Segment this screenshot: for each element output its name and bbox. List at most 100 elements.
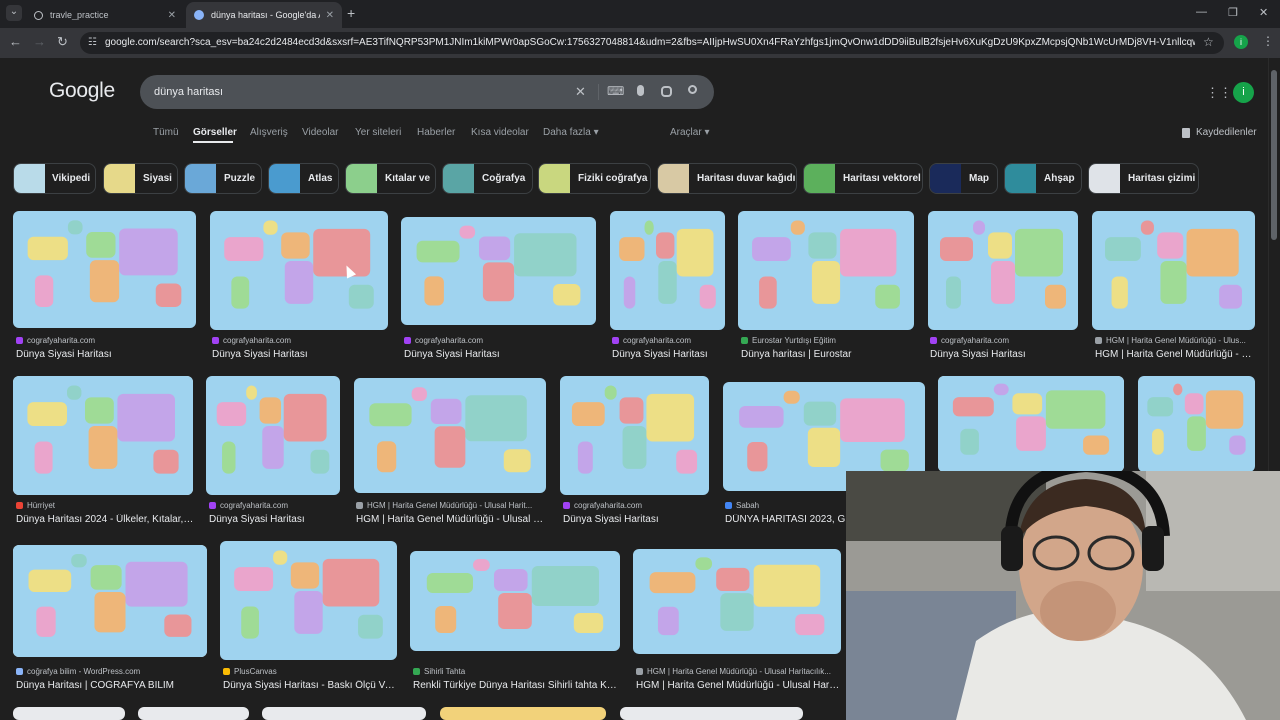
result-source[interactable]: HGM | Harita Genel Müdürlüğü - Ulus... bbox=[1095, 336, 1255, 345]
result-source[interactable]: Sabah bbox=[725, 501, 845, 510]
result-title[interactable]: Dünya Haritası | COĞRAFYA BİLİM bbox=[16, 680, 206, 691]
profile-button[interactable]: i bbox=[1234, 35, 1248, 49]
result-title[interactable]: Dünya Siyasi Haritası bbox=[209, 514, 341, 525]
chip-fiziki-cografya[interactable]: Fiziki coğrafya bbox=[538, 163, 651, 194]
tab-places[interactable]: Yer siteleri bbox=[355, 127, 401, 138]
browser-menu-icon[interactable]: ⋮ bbox=[1262, 34, 1274, 48]
result-image[interactable] bbox=[138, 707, 249, 720]
tab-short-videos[interactable]: Kısa videolar bbox=[471, 127, 529, 138]
microphone-icon[interactable] bbox=[637, 85, 644, 96]
result-image[interactable] bbox=[13, 376, 193, 495]
chip-vektorel[interactable]: Haritası vektorel bbox=[803, 163, 923, 194]
result-title[interactable]: DÜNYA HARİTASI 2023, Ge bbox=[725, 514, 845, 525]
chip-duvar-kagidi[interactable]: Haritası duvar kağıdı bbox=[657, 163, 797, 194]
result-source[interactable]: cografyaharita.com bbox=[563, 501, 711, 510]
site-info-icon[interactable]: ☷ bbox=[88, 37, 97, 48]
result-source[interactable]: Hürriyet bbox=[16, 501, 194, 510]
result-image[interactable] bbox=[633, 549, 841, 654]
search-input[interactable]: dünya haritası bbox=[154, 86, 223, 98]
camera-lens-icon[interactable] bbox=[661, 86, 672, 97]
result-image[interactable] bbox=[610, 211, 725, 330]
result-title[interactable]: HGM | Harita Genel Müdürlüğü - U... bbox=[1095, 349, 1255, 360]
reload-button[interactable]: ↻ bbox=[57, 34, 68, 50]
result-source[interactable]: coğrafya bilim - WordPress.com bbox=[16, 667, 206, 676]
chip-puzzle[interactable]: Puzzle bbox=[184, 163, 262, 194]
result-source[interactable]: cografyaharita.com bbox=[930, 336, 1080, 345]
tools-menu[interactable]: Araçlar ▾ bbox=[670, 127, 709, 138]
result-image[interactable] bbox=[262, 707, 426, 720]
result-title[interactable]: Dünya Siyasi Haritası - Baskı Ölçü Ve... bbox=[223, 680, 398, 691]
close-icon[interactable]: ✕ bbox=[326, 10, 334, 21]
back-button[interactable]: ← bbox=[9, 34, 22, 49]
result-image[interactable] bbox=[928, 211, 1078, 330]
result-source[interactable]: HGM | Harita Genel Müdürlüğü - Ulusal Ha… bbox=[636, 667, 841, 676]
result-source[interactable]: HGM | Harita Genel Müdürlüğü - Ulusal Ha… bbox=[356, 501, 546, 510]
result-source[interactable]: cografyaharita.com bbox=[209, 501, 341, 510]
result-title[interactable]: Dünya haritası | Eurostar bbox=[741, 349, 916, 360]
account-avatar[interactable]: i bbox=[1233, 82, 1254, 103]
result-image[interactable] bbox=[560, 376, 709, 495]
result-image[interactable] bbox=[738, 211, 914, 330]
result-title[interactable]: Dünya Siyasi Haritası bbox=[930, 349, 1080, 360]
result-source[interactable]: cografyaharita.com bbox=[404, 336, 594, 345]
result-source[interactable]: Eurostar Yurtdışı Eğitim bbox=[741, 336, 916, 345]
clear-icon[interactable]: ✕ bbox=[575, 84, 586, 100]
result-source[interactable]: cografyaharita.com bbox=[612, 336, 727, 345]
result-image[interactable] bbox=[354, 378, 546, 493]
result-image[interactable] bbox=[13, 545, 207, 657]
result-image[interactable] bbox=[210, 211, 388, 330]
bookmark-star-icon[interactable]: ☆ bbox=[1203, 35, 1214, 49]
tab-shopping[interactable]: Alışveriş bbox=[250, 127, 288, 138]
chip-kitalar[interactable]: Kıtalar ve bbox=[345, 163, 436, 194]
result-image[interactable] bbox=[220, 541, 397, 660]
result-image[interactable] bbox=[13, 707, 125, 720]
google-logo[interactable]: Google bbox=[49, 79, 115, 103]
new-tab-button[interactable]: + bbox=[347, 5, 355, 21]
tab-all[interactable]: Tümü bbox=[153, 127, 179, 138]
close-icon[interactable]: ✕ bbox=[168, 10, 176, 21]
chip-ahsap[interactable]: Ahşap bbox=[1004, 163, 1082, 194]
saved-link[interactable]: Kaydedilenler bbox=[1196, 127, 1257, 138]
chip-vikipedi[interactable]: Vikipedi bbox=[13, 163, 96, 194]
chip-atlas[interactable]: Atlas bbox=[268, 163, 339, 194]
browser-tab-google[interactable]: dünya haritası - Google'da Ara ✕ bbox=[186, 2, 342, 28]
chip-map[interactable]: Map bbox=[929, 163, 998, 194]
chip-siyasi[interactable]: Siyasi bbox=[103, 163, 178, 194]
browser-tab-travle[interactable]: travle_practice ✕ bbox=[26, 2, 184, 28]
tab-more[interactable]: Daha fazla ▾ bbox=[543, 127, 599, 138]
tab-list-button[interactable]: ⌄ bbox=[6, 5, 22, 21]
result-source[interactable]: PlusCanvas bbox=[223, 667, 398, 676]
minimize-button[interactable]: — bbox=[1196, 6, 1207, 18]
result-source[interactable]: Sihirli Tahta bbox=[413, 667, 618, 676]
forward-button[interactable]: → bbox=[33, 34, 46, 49]
result-title[interactable]: Dünya Siyasi Haritası bbox=[16, 349, 196, 360]
result-title[interactable]: HGM | Harita Genel Müdürlüğü - Ulusal Ha… bbox=[636, 680, 841, 691]
close-window-button[interactable]: ✕ bbox=[1259, 6, 1268, 19]
result-title[interactable]: HGM | Harita Genel Müdürlüğü - Ulusal H.… bbox=[356, 514, 546, 525]
chip-cografya[interactable]: Coğrafya bbox=[442, 163, 533, 194]
result-image[interactable] bbox=[401, 217, 596, 325]
tab-videos[interactable]: Videolar bbox=[302, 127, 339, 138]
result-image[interactable] bbox=[206, 376, 340, 495]
result-source[interactable]: cografyaharita.com bbox=[16, 336, 196, 345]
result-image[interactable] bbox=[440, 707, 606, 720]
scrollbar-thumb[interactable] bbox=[1271, 70, 1277, 240]
tab-news[interactable]: Haberler bbox=[417, 127, 455, 138]
result-image[interactable] bbox=[1092, 211, 1255, 330]
result-title[interactable]: Dünya Siyasi Haritası bbox=[563, 514, 711, 525]
search-icon[interactable] bbox=[688, 85, 697, 94]
result-title[interactable]: Dünya Siyasi Haritası bbox=[612, 349, 727, 360]
search-box[interactable] bbox=[140, 75, 714, 109]
result-title[interactable]: Renkli Türkiye Dünya Haritası Sihirli ta… bbox=[413, 680, 618, 691]
result-image[interactable] bbox=[938, 376, 1124, 472]
result-title[interactable]: Dünya Siyasi Haritası bbox=[404, 349, 594, 360]
result-title[interactable]: Dünya Siyasi Haritası bbox=[212, 349, 387, 360]
tab-images[interactable]: Görseller bbox=[193, 127, 237, 138]
result-image[interactable] bbox=[410, 551, 620, 651]
restore-button[interactable]: ❐ bbox=[1228, 6, 1238, 19]
chip-cizimi[interactable]: Haritası çizimi bbox=[1088, 163, 1199, 194]
result-title[interactable]: Dünya Haritası 2024 - Ülkeler, Kıtalar, … bbox=[16, 514, 194, 525]
result-image[interactable] bbox=[620, 707, 803, 720]
result-image[interactable] bbox=[13, 211, 196, 328]
result-image[interactable] bbox=[1138, 376, 1255, 472]
